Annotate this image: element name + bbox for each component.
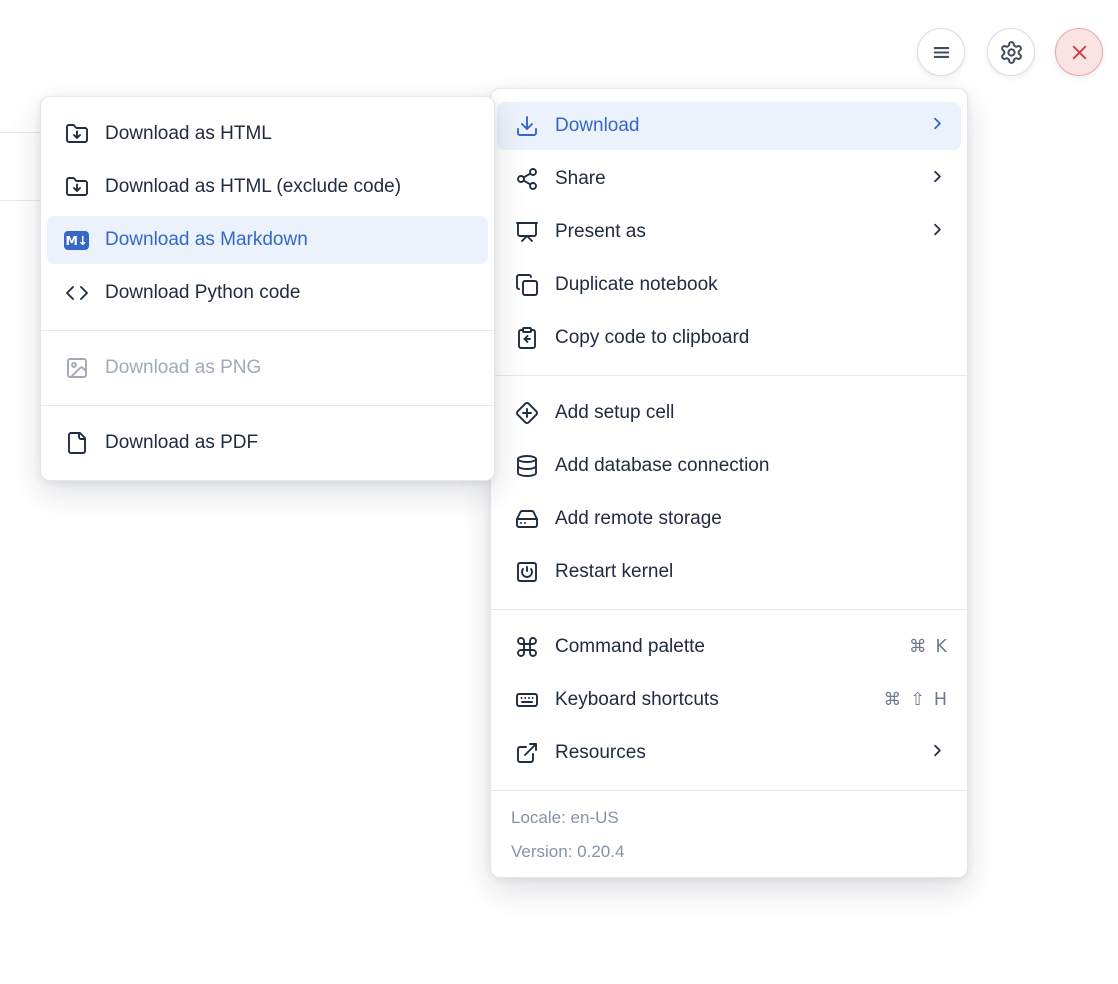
code-icon — [64, 281, 89, 306]
menu-item-download-python-code[interactable]: Download Python code — [47, 269, 488, 317]
menu-group: Download as PDF — [41, 406, 494, 480]
shortcut-key: ⌘ — [884, 690, 902, 710]
duplicate-icon — [514, 273, 539, 298]
file-icon — [64, 431, 89, 456]
external-link-icon — [514, 741, 539, 766]
submenu-indicator — [928, 741, 947, 766]
menu-item-add-remote-storage[interactable]: Add remote storage — [497, 495, 961, 543]
menu-item-share[interactable]: Share — [497, 155, 961, 203]
menu-group: Add setup cell Add database connection Add… — [491, 376, 967, 609]
menu-item-present-as[interactable]: Present as — [497, 208, 961, 256]
menu-item-download-as-html-exclude-code[interactable]: Download as HTML (exclude code) — [47, 163, 488, 211]
menu-item-label: Download as PNG — [105, 357, 474, 379]
menu-item-label: Add remote storage — [555, 508, 947, 530]
share-icon — [514, 167, 539, 192]
chevron-right-icon — [928, 220, 947, 245]
menu-item-restart-kernel[interactable]: Restart kernel — [497, 548, 961, 596]
notebook-menu-button[interactable] — [917, 28, 965, 76]
menu-item-duplicate-notebook[interactable]: Duplicate notebook — [497, 261, 961, 309]
markdown-badge-icon: M↓ — [64, 228, 89, 253]
menu-item-label: Copy code to clipboard — [555, 327, 947, 349]
menu-item-add-database-connection[interactable]: Add database connection — [497, 442, 961, 490]
menu-group: Download as PNG — [41, 331, 494, 405]
menu-item-label: Resources — [555, 742, 928, 764]
folder-down-icon — [64, 122, 89, 147]
download-submenu: Download as HTML Download as HTML (exclud… — [40, 96, 495, 481]
hamburger-icon — [930, 41, 953, 64]
diamond-plus-icon — [514, 401, 539, 426]
menu-item-label: Download as Markdown — [105, 229, 474, 251]
shortcut-key: ⌘ — [909, 637, 927, 657]
chevron-right-icon — [928, 114, 947, 139]
submenu-indicator — [928, 114, 947, 139]
menu-item-label: Download — [555, 115, 928, 137]
chevron-right-icon — [928, 741, 947, 766]
menu-item-label: Download as PDF — [105, 432, 474, 454]
menu-item-label: Command palette — [555, 636, 909, 658]
menu-item-download-as-png: Download as PNG — [47, 344, 488, 392]
background-cell-border — [0, 132, 41, 133]
folder-down-icon — [64, 175, 89, 200]
power-square-icon — [514, 560, 539, 585]
locale-text: Locale: en-US — [511, 801, 947, 835]
menu-item-label: Add database connection — [555, 455, 947, 477]
markdown-badge-icon: M↓ — [64, 231, 89, 250]
database-icon — [514, 454, 539, 479]
menu-item-resources[interactable]: Resources — [497, 729, 961, 777]
menu-item-command-palette[interactable]: Command palette⌘K — [497, 623, 961, 671]
menu-item-add-setup-cell[interactable]: Add setup cell — [497, 389, 961, 437]
menu-item-download[interactable]: Download — [497, 102, 961, 150]
shutdown-button[interactable] — [1055, 28, 1103, 76]
settings-button[interactable] — [987, 28, 1035, 76]
shortcut-hint: ⌘K — [909, 637, 947, 657]
menu-item-label: Restart kernel — [555, 561, 947, 583]
menu-item-download-as-html[interactable]: Download as HTML — [47, 110, 488, 158]
keyboard-icon — [514, 688, 539, 713]
download-icon — [514, 114, 539, 139]
notebook-actions-menu: Download Share Present as Duplicate noteboo… — [490, 88, 968, 878]
menu-item-label: Add setup cell — [555, 402, 947, 424]
menu-group: Download as HTML Download as HTML (exclud… — [41, 97, 494, 330]
background-cell-border — [0, 200, 41, 201]
hard-drive-icon — [514, 507, 539, 532]
menu-group: Command palette⌘KKeyboard shortcuts⌘⇧HRe… — [491, 610, 967, 790]
chevron-right-icon — [928, 167, 947, 192]
gear-icon — [999, 40, 1024, 65]
submenu-indicator — [928, 167, 947, 192]
close-icon — [1068, 41, 1091, 64]
menu-item-label: Download as HTML (exclude code) — [105, 176, 474, 198]
menu-group: Download Share Present as Duplicate noteboo… — [491, 89, 967, 375]
menu-item-download-as-markdown[interactable]: M↓ Download as Markdown — [47, 216, 488, 264]
version-text: Version: 0.20.4 — [511, 835, 947, 869]
menu-footer: Locale: en-USVersion: 0.20.4 — [491, 791, 967, 877]
menu-item-label: Download Python code — [105, 282, 474, 304]
shortcut-key: ⇧ — [910, 690, 925, 710]
menu-item-label: Keyboard shortcuts — [555, 689, 884, 711]
shortcut-key: H — [934, 690, 947, 710]
command-icon — [514, 635, 539, 660]
submenu-indicator — [928, 220, 947, 245]
menu-item-label: Present as — [555, 221, 928, 243]
menu-item-label: Duplicate notebook — [555, 274, 947, 296]
image-icon — [64, 356, 89, 381]
menu-item-copy-code-to-clipboard[interactable]: Copy code to clipboard — [497, 314, 961, 362]
menu-item-label: Share — [555, 168, 928, 190]
menu-item-label: Download as HTML — [105, 123, 474, 145]
shortcut-key: K — [936, 637, 947, 657]
menu-item-download-as-pdf[interactable]: Download as PDF — [47, 419, 488, 467]
shortcut-hint: ⌘ ⇧ H — [884, 690, 947, 710]
presentation-icon — [514, 220, 539, 245]
clipboard-copy-icon — [514, 326, 539, 351]
menu-item-keyboard-shortcuts[interactable]: Keyboard shortcuts⌘ ⇧ H — [497, 676, 961, 724]
